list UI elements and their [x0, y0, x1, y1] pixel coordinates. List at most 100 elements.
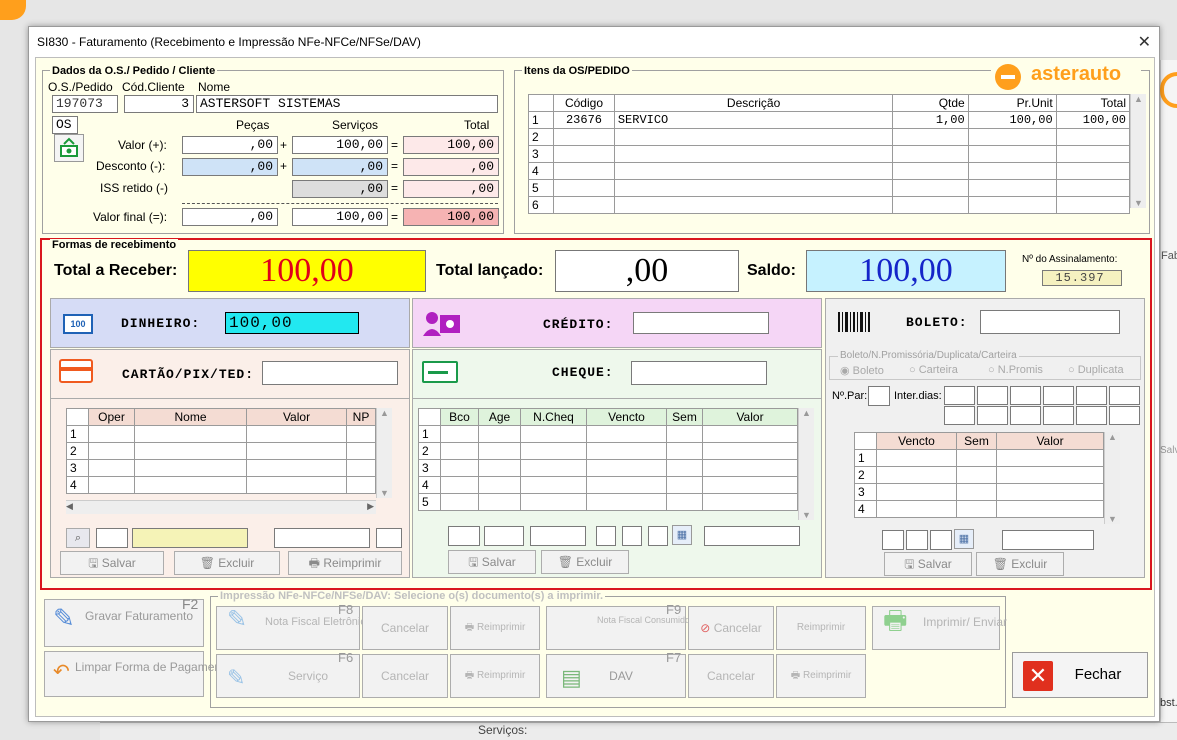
- interdias-cell[interactable]: [977, 406, 1008, 425]
- radio-carteira[interactable]: ○ Carteira: [909, 364, 958, 376]
- table-row[interactable]: 4: [527, 162, 1131, 180]
- cell-codigo[interactable]: 23676: [553, 111, 615, 129]
- table-row[interactable]: 4: [854, 500, 1104, 518]
- desconto-pecas-field[interactable]: ,00: [182, 158, 278, 176]
- cartao-valor-field[interactable]: [274, 528, 370, 548]
- cartao-excluir-button[interactable]: 🗑 Excluir: [174, 551, 280, 575]
- dav-button[interactable]: ▤ DAV: [546, 654, 686, 698]
- table-row[interactable]: 6: [527, 196, 1131, 214]
- nfe-cancelar-button[interactable]: Cancelar: [362, 606, 448, 650]
- interdias-cell[interactable]: [944, 386, 975, 405]
- boleto-salvar-button[interactable]: 🖫 Salvar: [884, 552, 972, 576]
- itens-table[interactable]: Código Descrição Qtde Pr.Unit Total 1 236…: [527, 94, 1131, 214]
- cell-total[interactable]: 100,00: [1055, 111, 1131, 129]
- table-row[interactable]: 3: [418, 459, 798, 477]
- cartao-vscrollbar[interactable]: ▲ ▼: [376, 408, 392, 498]
- interdias-cell[interactable]: [1010, 406, 1041, 425]
- calendar-icon[interactable]: ▦: [954, 529, 974, 549]
- interdias-cell[interactable]: [1109, 386, 1140, 405]
- cell-prunit[interactable]: 100,00: [967, 111, 1057, 129]
- cheque-scrollbar[interactable]: ▲ ▼: [798, 408, 814, 520]
- radio-npromis[interactable]: ○ N.Promis: [988, 364, 1043, 376]
- boleto-valor-field[interactable]: [1002, 530, 1094, 550]
- boleto-venc-field[interactable]: [882, 530, 904, 550]
- tipo-field[interactable]: OS: [52, 116, 78, 134]
- valor-pecas-field[interactable]: ,00: [182, 136, 278, 154]
- servico-cancelar-button[interactable]: Cancelar: [362, 654, 448, 698]
- boleto-extra-field[interactable]: [930, 530, 952, 550]
- boleto-field[interactable]: [980, 310, 1120, 334]
- os-number-field[interactable]: 197073: [52, 95, 118, 113]
- nfe-reimprimir-button[interactable]: 🖶 Reimprimir: [450, 606, 540, 650]
- fechar-button[interactable]: ✕ Fechar: [1012, 652, 1148, 698]
- card-search-icon[interactable]: ⌕: [66, 528, 90, 548]
- cell-descricao[interactable]: SERVICO: [613, 111, 894, 129]
- cheque-venc1-field[interactable]: [596, 526, 616, 546]
- close-icon[interactable]: ✕: [1138, 32, 1151, 52]
- interdias-cell[interactable]: [1043, 406, 1074, 425]
- cartao-reimprimir-button[interactable]: 🖶 Reimprimir: [288, 551, 402, 575]
- table-row[interactable]: 2: [854, 466, 1104, 484]
- desconto-servicos-field[interactable]: ,00: [292, 158, 388, 176]
- table-row[interactable]: 3: [527, 145, 1131, 163]
- cheque-excluir-button[interactable]: 🗑 Excluir: [541, 550, 629, 574]
- calendar-icon[interactable]: ▦: [672, 525, 692, 545]
- interdias-cell[interactable]: [1043, 386, 1074, 405]
- interdias-cell[interactable]: [944, 406, 975, 425]
- cartao-table[interactable]: Oper Nome Valor NP 1 2 3 4: [66, 408, 376, 494]
- cartao-hscrollbar[interactable]: ◀ ▶: [66, 500, 376, 514]
- credito-field[interactable]: [633, 312, 769, 334]
- money-refresh-icon[interactable]: [54, 134, 84, 162]
- limpar-forma-button[interactable]: ↶ Limpar Forma de Pagamento: [44, 651, 231, 697]
- cell-qtde[interactable]: 1,00: [892, 111, 969, 129]
- boleto-scrollbar[interactable]: ▲ ▼: [1104, 432, 1120, 524]
- radio-boleto[interactable]: ◉ Boleto: [840, 364, 884, 377]
- table-row[interactable]: 2: [66, 442, 376, 460]
- interdias-cell[interactable]: [1010, 386, 1041, 405]
- interdias-cell[interactable]: [1076, 406, 1107, 425]
- cartao-field[interactable]: [262, 361, 398, 385]
- cheque-bco-field[interactable]: [448, 526, 480, 546]
- interdias-cell[interactable]: [1109, 406, 1140, 425]
- dav-cancelar-button[interactable]: Cancelar: [688, 654, 774, 698]
- boleto-excluir-button[interactable]: 🗑 Excluir: [976, 552, 1064, 576]
- table-row[interactable]: 1 23676 SERVICO 1,00 100,00 100,00: [527, 111, 1131, 129]
- cheque-venc3-field[interactable]: [648, 526, 668, 546]
- itens-scrollbar[interactable]: ▲ ▼: [1130, 94, 1146, 208]
- cartao-salvar-button[interactable]: 🖫 Salvar: [60, 551, 164, 575]
- cartao-np-field[interactable]: [376, 528, 402, 548]
- table-row[interactable]: 1: [66, 425, 376, 443]
- cartao-nome-field[interactable]: [132, 528, 248, 548]
- dinheiro-field[interactable]: 100,00: [225, 312, 359, 334]
- table-row[interactable]: 4: [66, 476, 376, 494]
- table-row[interactable]: 1: [854, 449, 1104, 467]
- nfce-reimprimir-button[interactable]: Reimprimir: [776, 606, 866, 650]
- table-row[interactable]: 1: [418, 425, 798, 443]
- gravar-faturamento-button[interactable]: ✎ Gravar Faturamento: [44, 599, 204, 647]
- cheque-venc2-field[interactable]: [622, 526, 642, 546]
- radio-duplicata[interactable]: ○ Duplicata: [1068, 364, 1124, 376]
- nfce-cancelar-button[interactable]: ⊘ Cancelar: [688, 606, 774, 650]
- cod-cliente-field[interactable]: 3: [124, 95, 194, 113]
- cheque-ncheq-field[interactable]: [530, 526, 586, 546]
- cartao-oper-field[interactable]: [96, 528, 128, 548]
- table-row[interactable]: 3: [854, 483, 1104, 501]
- cheque-age-field[interactable]: [484, 526, 524, 546]
- cheque-salvar-button[interactable]: 🖫 Salvar: [448, 550, 536, 574]
- table-row[interactable]: 5: [418, 493, 798, 511]
- dav-reimprimir-button[interactable]: 🖶 Reimprimir: [776, 654, 866, 698]
- cheque-field[interactable]: [631, 361, 767, 385]
- servico-reimprimir-button[interactable]: 🖶 Reimprimir: [450, 654, 540, 698]
- boleto-sem-field[interactable]: [906, 530, 928, 550]
- interdias-cell[interactable]: [977, 386, 1008, 405]
- table-row[interactable]: 4: [418, 476, 798, 494]
- cheque-table[interactable]: Bco Age N.Cheq Vencto Sem Valor 1 2 3 4 …: [418, 408, 798, 511]
- imprimir-enviar-button[interactable]: 🖶 Imprimir/ Enviar: [872, 606, 1007, 650]
- table-row[interactable]: 2: [527, 128, 1131, 146]
- valor-servicos-field[interactable]: 100,00: [292, 136, 388, 154]
- table-row[interactable]: 2: [418, 442, 798, 460]
- table-row[interactable]: 5: [527, 179, 1131, 197]
- table-row[interactable]: 3: [66, 459, 376, 477]
- nome-field[interactable]: ASTERSOFT SISTEMAS: [196, 95, 498, 113]
- npar-field[interactable]: [868, 386, 890, 406]
